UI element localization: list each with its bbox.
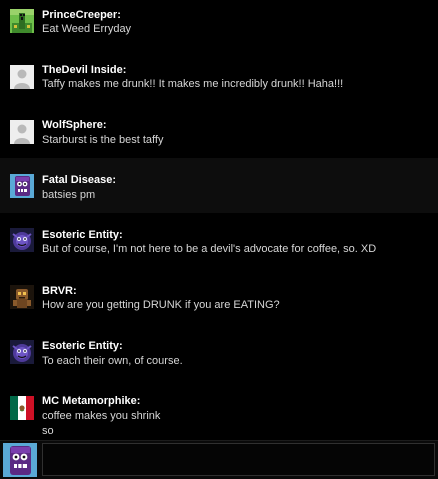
message-text: coffee makes you shrink xyxy=(42,410,161,422)
chat-message: BRVR: How are you getting DRUNK if you a… xyxy=(0,268,438,323)
message-username[interactable]: PrinceCreeper: xyxy=(42,9,121,21)
purple-monster-avatar-icon[interactable] xyxy=(10,174,34,198)
message-username[interactable]: Esoteric Entity: xyxy=(42,229,123,241)
message-text: Starburst is the best taffy xyxy=(42,134,164,146)
default-user-avatar-icon[interactable] xyxy=(10,120,34,144)
chat-log[interactable]: PrinceCreeper: Eat Weed Erryday TheDevil… xyxy=(0,0,438,440)
chat-message: TheDevil Inside: Taffy makes me drunk!! … xyxy=(0,55,438,110)
message-text: How are you getting DRUNK if you are EAT… xyxy=(42,299,280,311)
message-username[interactable]: BRVR: xyxy=(42,285,77,297)
message-text: To each their own, of course. xyxy=(42,355,183,367)
chat-message: PrinceCreeper: Eat Weed Erryday xyxy=(0,0,438,55)
message-username[interactable]: Esoteric Entity: xyxy=(42,340,123,352)
message-text: But of course, I'm not here to be a devi… xyxy=(42,243,377,255)
chat-message: WolfSphere: Starburst is the best taffy xyxy=(0,110,438,158)
message-input[interactable] xyxy=(42,443,435,476)
purple-creature-avatar-icon[interactable] xyxy=(10,228,34,252)
default-user-avatar-icon[interactable] xyxy=(10,65,34,89)
message-username[interactable]: Fatal Disease: xyxy=(42,174,116,186)
message-text: Taffy makes me drunk!! It makes me incre… xyxy=(42,78,344,90)
chat-message: Esoteric Entity: But of course, I'm not … xyxy=(0,213,438,268)
chat-message: Fatal Disease: batsies pm xyxy=(0,158,438,213)
purple-monster-avatar-icon[interactable] xyxy=(3,443,37,477)
message-text: Eat Weed Erryday xyxy=(42,23,132,35)
brown-creature-avatar-icon[interactable] xyxy=(10,285,34,309)
message-composer xyxy=(0,440,438,479)
message-username[interactable]: MC Metamorphike: xyxy=(42,395,140,407)
mexico-flag-avatar-icon[interactable] xyxy=(10,396,34,420)
chat-message: MC Metamorphike: coffee makes you shrink… xyxy=(0,378,438,440)
chat-message: Esoteric Entity: To each their own, of c… xyxy=(0,323,438,378)
purple-creature-avatar-icon[interactable] xyxy=(10,340,34,364)
creeper-avatar-icon[interactable] xyxy=(10,9,34,33)
message-username[interactable]: TheDevil Inside: xyxy=(42,64,126,76)
message-text: so xyxy=(42,425,54,437)
message-username[interactable]: WolfSphere: xyxy=(42,119,107,131)
message-text: batsies pm xyxy=(42,189,96,201)
